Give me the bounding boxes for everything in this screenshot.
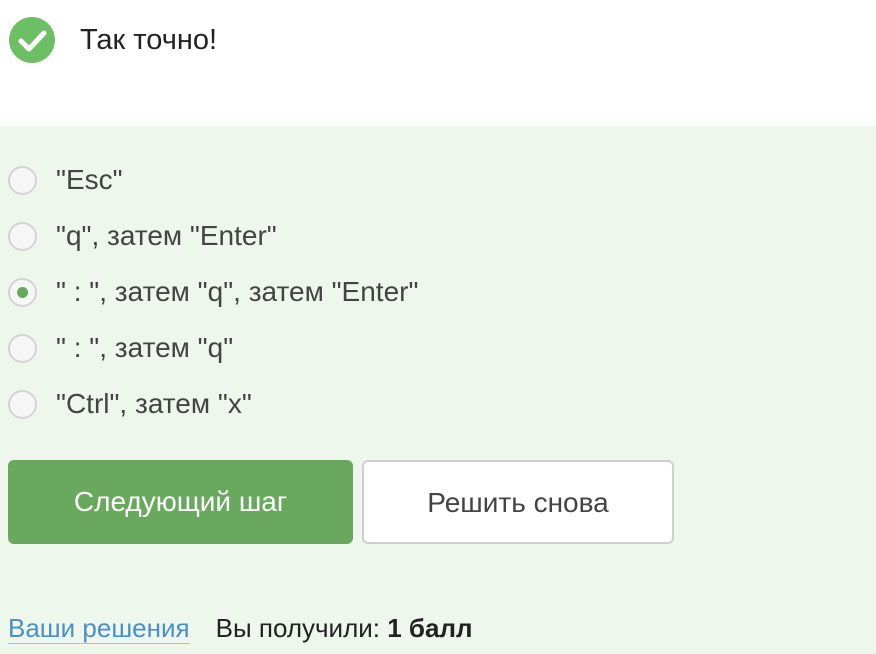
feedback-header: Так точно! [0,0,876,126]
your-solutions-link[interactable]: Ваши решения [8,613,190,644]
radio-button[interactable] [8,390,37,419]
radio-button[interactable] [8,166,37,195]
radio-button[interactable] [8,222,37,251]
radio-button[interactable] [8,334,37,363]
answer-option-label: "Ctrl", затем "x" [56,388,252,419]
answer-option-label: "q", затем "Enter" [56,220,277,251]
score-text: Вы получили: 1 балл [216,613,473,643]
answer-option-label: "Esc" [56,164,123,195]
solve-again-button[interactable]: Решить снова [362,460,674,544]
answer-option[interactable]: " : ", затем "q" [0,322,600,378]
next-step-button[interactable]: Следующий шаг [8,460,353,544]
answer-option[interactable]: "Ctrl", затем "x" [0,378,600,434]
answer-option[interactable]: "Esc" [0,154,600,210]
feedback-message: Так точно! [80,24,218,56]
answer-option-label: " : ", затем "q" [56,332,234,363]
answer-option[interactable]: "q", затем "Enter" [0,210,600,266]
score-label: Вы получили: [215,613,380,643]
checkmark-circle-icon [9,17,55,63]
quiz-panel: "Esc" "q", затем "Enter" " : ", затем "q… [0,126,876,654]
answer-option-selected[interactable]: " : ", затем "q", затем "Enter" [0,266,600,322]
score-value: 1 балл [387,613,473,643]
answer-option-label: " : ", затем "q", затем "Enter" [56,276,419,307]
radio-button-selected[interactable] [8,278,37,307]
footer: Ваши решения Вы получили: 1 балл [8,608,472,648]
radio-selected-dot [17,287,28,298]
